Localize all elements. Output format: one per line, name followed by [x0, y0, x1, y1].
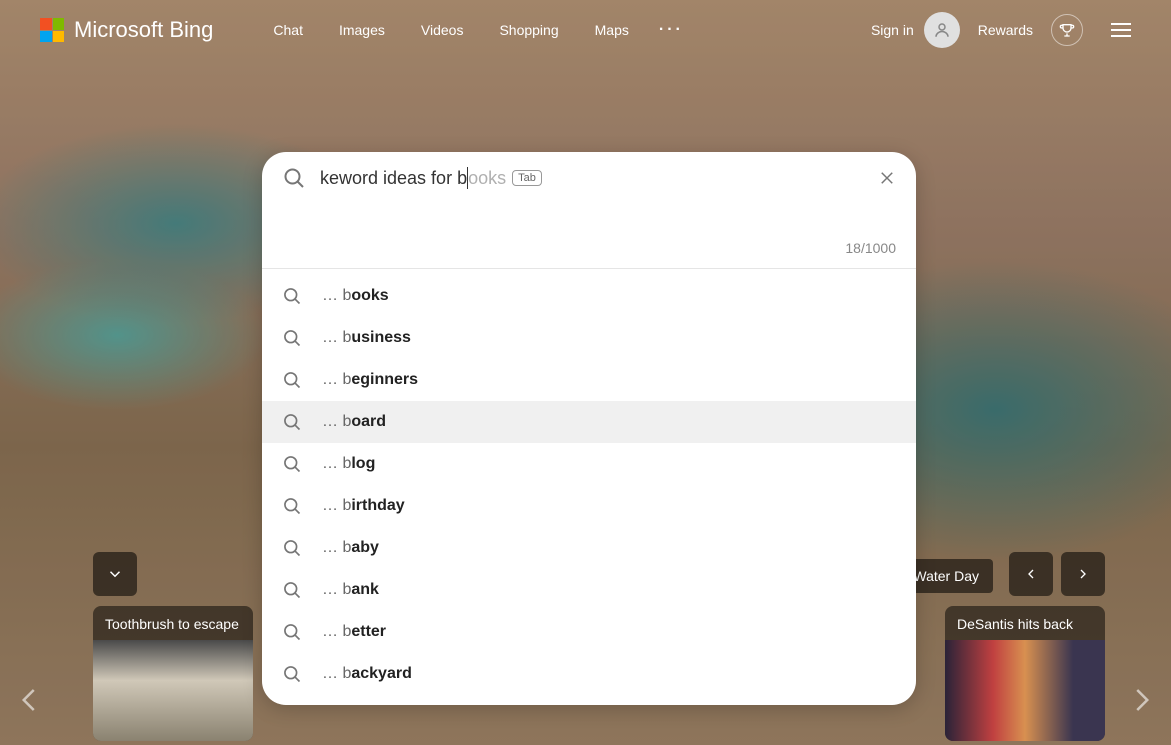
trending-card-title: DeSantis hits back [945, 606, 1105, 640]
logo-group[interactable]: Microsoft Bing [40, 17, 213, 43]
suggestion-text: … bank [322, 581, 379, 599]
suggestion-item[interactable]: … baby [262, 527, 916, 569]
suggestion-text: … beginners [322, 371, 418, 389]
search-icon [282, 286, 302, 306]
clear-search-icon[interactable] [878, 169, 896, 187]
carousel-next-icon[interactable] [1121, 670, 1161, 730]
nav-chat[interactable]: Chat [273, 22, 303, 38]
search-icon [282, 454, 302, 474]
trending-next-button[interactable] [1061, 552, 1105, 596]
trending-card-image [93, 640, 253, 741]
collapse-trending-button[interactable] [93, 552, 137, 596]
hamburger-menu-icon[interactable] [1111, 23, 1131, 37]
search-icon [282, 370, 302, 390]
nav-images[interactable]: Images [339, 22, 385, 38]
suggestion-text: … books [322, 287, 389, 305]
suggestion-text: … board [322, 413, 386, 431]
header: Microsoft Bing Chat Images Videos Shoppi… [0, 0, 1171, 60]
nav-links: Chat Images Videos Shopping Maps [273, 22, 628, 38]
suggestion-item[interactable]: … backyard [262, 653, 916, 695]
tab-hint-chip: Tab [512, 170, 542, 186]
suggestion-text: … birthday [322, 497, 405, 515]
microsoft-logo-icon [40, 18, 64, 42]
trending-card-toothbrush[interactable]: Toothbrush to escape [93, 606, 253, 741]
search-input-row[interactable]: keword ideas for books Tab [262, 152, 916, 200]
suggestion-item[interactable]: … business [262, 317, 916, 359]
suggestion-item[interactable]: … board [262, 401, 916, 443]
trending-card-desantis[interactable]: DeSantis hits back [945, 606, 1105, 741]
suggestion-text: … blog [322, 455, 375, 473]
search-icon [282, 328, 302, 348]
search-icon [282, 166, 306, 190]
rewards-link[interactable]: Rewards [978, 22, 1033, 38]
rewards-trophy-icon[interactable] [1051, 14, 1083, 46]
suggestion-text: … backyard [322, 665, 412, 683]
suggestion-item[interactable]: … birthday [262, 485, 916, 527]
suggestion-text: … business [322, 329, 411, 347]
carousel-prev-icon[interactable] [10, 670, 50, 730]
search-icon [282, 622, 302, 642]
suggestion-item[interactable]: … blog [262, 443, 916, 485]
trending-card-image [945, 640, 1105, 741]
search-icon [282, 538, 302, 558]
search-ghost-text: ooks [468, 168, 506, 189]
trending-prev-button[interactable] [1009, 552, 1053, 596]
nav-more-icon[interactable]: ··· [659, 21, 684, 39]
suggestion-text: … better [322, 623, 386, 641]
suggestion-item[interactable]: … beginners [262, 359, 916, 401]
suggestion-text: … baby [322, 539, 379, 557]
suggestion-item[interactable]: … bank [262, 569, 916, 611]
search-panel: keword ideas for books Tab 18/1000 … boo… [262, 152, 916, 705]
trending-card-title: Toothbrush to escape [93, 606, 253, 640]
search-icon [282, 580, 302, 600]
signin-button[interactable]: Sign in [871, 12, 960, 48]
search-icon [282, 496, 302, 516]
search-input[interactable]: keword ideas for books Tab [320, 167, 864, 189]
nav-videos[interactable]: Videos [421, 22, 464, 38]
search-icon [282, 664, 302, 684]
brand-text: Microsoft Bing [74, 17, 213, 43]
nav-shopping[interactable]: Shopping [499, 22, 558, 38]
suggestions-list: … books … business … beginners … board … blo… [262, 269, 916, 705]
header-right: Sign in Rewards [871, 12, 1131, 48]
nav-maps[interactable]: Maps [595, 22, 629, 38]
search-icon [282, 412, 302, 432]
char-count: 18/1000 [262, 200, 916, 268]
search-typed-text: keword ideas for b [320, 168, 467, 189]
signin-label: Sign in [871, 22, 914, 38]
avatar-icon [924, 12, 960, 48]
suggestion-item[interactable]: … books [262, 275, 916, 317]
suggestion-item[interactable]: … better [262, 611, 916, 653]
